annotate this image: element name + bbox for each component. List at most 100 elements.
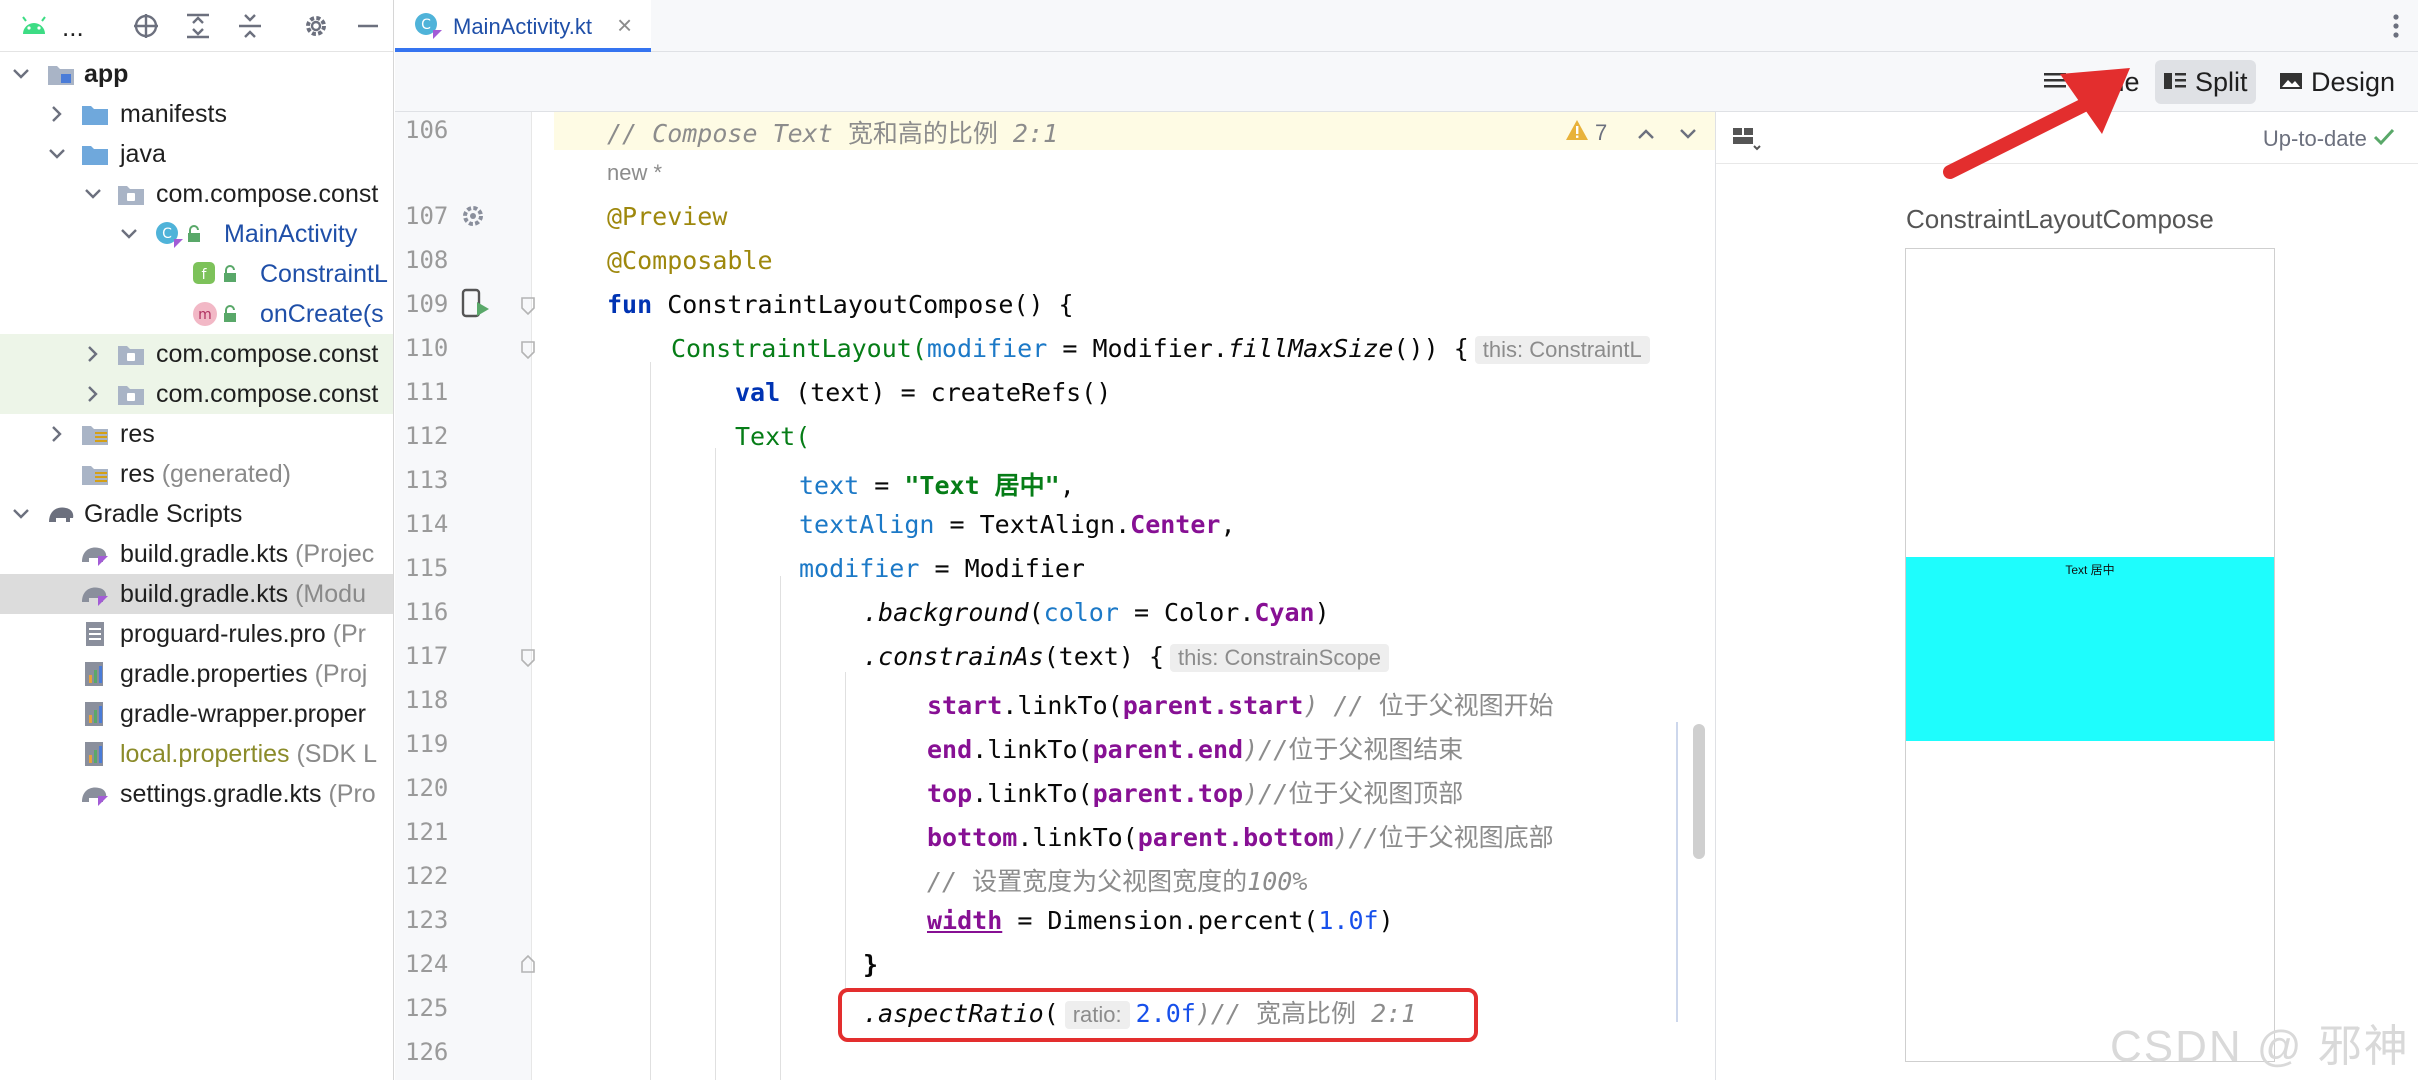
fold-marker-icon[interactable] [520, 954, 536, 979]
comment: )// [1243, 779, 1289, 808]
tree-item-gradle-properties[interactable]: gradle.properties (Proj [0, 654, 393, 694]
comment: // [927, 867, 973, 896]
ext-call: .background [863, 598, 1029, 627]
vertical-scrollbar[interactable] [1693, 724, 1705, 859]
preview-layout-icon[interactable] [1732, 126, 1762, 157]
tree-item-app[interactable]: app [0, 54, 393, 94]
minimize-icon[interactable] [352, 10, 384, 42]
gear-icon[interactable] [300, 10, 332, 42]
line-number: 117 [405, 642, 449, 670]
tree-item-res-generated[interactable]: res (generated) [0, 454, 393, 494]
sidebar-toolbar: ... [0, 0, 393, 52]
code: .linkTo( [1002, 691, 1123, 720]
locate-icon[interactable] [130, 10, 162, 42]
tree-item-build-gradle-module[interactable]: build.gradle.kts (Modu [0, 574, 393, 614]
fold-marker-icon[interactable] [520, 648, 536, 673]
comment-cn: 位于父视图顶部 [1288, 780, 1464, 808]
chevron-down-icon[interactable] [10, 63, 32, 85]
chevron-down-icon[interactable] [82, 183, 104, 205]
method-icon: m [190, 299, 220, 329]
chevron-down-icon[interactable] [10, 503, 32, 525]
tree-item-label: MainActivity [224, 219, 358, 248]
tree-item-local-properties[interactable]: local.properties (SDK L [0, 734, 393, 774]
compose-preview-pane: Up-to-date ConstraintLayoutCompose Text … [1715, 112, 2418, 1080]
tree-item-settings-gradle[interactable]: settings.gradle.kts (Pro [0, 774, 393, 814]
project-view-selector[interactable]: ... [62, 12, 84, 43]
property: start [927, 691, 1003, 720]
warning-count: 7 [1595, 120, 1608, 145]
chevron-right-icon[interactable] [46, 103, 68, 125]
tree-item-java[interactable]: java [0, 134, 393, 174]
tree-item-label: res [120, 419, 155, 448]
code: .linkTo( [972, 735, 1093, 764]
code: ) [1378, 906, 1394, 935]
tree-item-gradle-scripts[interactable]: Gradle Scripts [0, 494, 393, 534]
expand-all-icon[interactable] [182, 10, 214, 42]
code: } [863, 950, 879, 979]
tree-item-function[interactable]: f ConstraintL [0, 254, 393, 294]
chevron-right-icon[interactable] [82, 383, 104, 405]
module-folder-icon [46, 59, 76, 89]
tree-item-method[interactable]: m onCreate(s [0, 294, 393, 334]
code: = Color. [1118, 598, 1255, 627]
lock-open-icon [220, 299, 240, 329]
property: width [927, 906, 1003, 935]
tree-item-proguard[interactable]: proguard-rules.pro (Pr [0, 614, 393, 654]
fold-marker-icon[interactable] [520, 340, 536, 365]
split-mode-button[interactable]: Split [2155, 60, 2256, 104]
close-icon[interactable]: × [617, 10, 632, 41]
indent-guide [715, 448, 716, 1080]
chevron-right-icon[interactable] [46, 423, 68, 445]
chevron-down-icon[interactable] [46, 143, 68, 165]
code-line-113: text = "Text 居中", [799, 466, 1075, 502]
tree-item-gradle-wrapper[interactable]: gradle-wrapper.proper [0, 694, 393, 734]
fold-marker-icon[interactable] [520, 296, 536, 321]
tree-item-build-gradle-project[interactable]: build.gradle.kts (Projec [0, 534, 393, 574]
tree-item-label-main: gradle.properties [120, 659, 308, 688]
gear-icon[interactable] [459, 202, 487, 235]
code: .linkTo( [1017, 823, 1138, 852]
properties-file-icon [80, 699, 110, 729]
code: , [1059, 471, 1075, 500]
tab-mainactivity[interactable]: C MainActivity.kt × [395, 0, 651, 52]
tree-item-package-test[interactable]: com.compose.const [0, 334, 393, 374]
code: = TextAlign. [934, 510, 1131, 539]
tree-item-manifests[interactable]: manifests [0, 94, 393, 134]
tree-item-label-main: build.gradle.kts [120, 539, 289, 568]
design-mode-button[interactable]: Design [2271, 60, 2403, 104]
more-vertical-icon[interactable] [2388, 10, 2404, 42]
chevron-down-icon[interactable] [118, 223, 140, 245]
chevron-right-icon[interactable] [82, 343, 104, 365]
line-number: 125 [405, 994, 449, 1022]
tree-item-package[interactable]: com.compose.const [0, 174, 393, 214]
tree-item-label-main: proguard-rules.pro [120, 619, 326, 648]
tree-item-mainactivity[interactable]: C MainActivity [0, 214, 393, 254]
comment: 2:1 [997, 119, 1059, 148]
inspection-widget[interactable]: 7 [1565, 118, 1697, 148]
inlay-hint: this: ConstrainScope [1170, 644, 1390, 672]
composable-call: Text( [735, 422, 811, 451]
image-icon [2279, 67, 2303, 98]
preview-title: ConstraintLayoutCompose [1906, 204, 2214, 234]
code-line-122: // 设置宽度为父视图宽度的100% [927, 862, 1307, 898]
tree-item-label-main: build.gradle.kts [120, 579, 289, 608]
code: = Dimension.percent( [1002, 906, 1319, 935]
code-editor[interactable]: 106 107 108 109 110 111 112 113 114 115 … [395, 112, 1715, 1080]
tree-item-label: local.properties (SDK L [120, 740, 377, 769]
line-number: 124 [405, 950, 449, 978]
property: parent.bottom [1137, 823, 1334, 852]
android-icon[interactable] [18, 10, 50, 42]
chevron-down-icon[interactable] [1679, 120, 1697, 146]
keyword: fun [607, 290, 653, 319]
preview-device-frame[interactable]: Text 居中 [1905, 248, 2275, 1062]
tree-item-label: java [120, 139, 166, 168]
chevron-up-icon[interactable] [1637, 120, 1655, 146]
tree-item-res[interactable]: res [0, 414, 393, 454]
tree-item-label-sub: (Modu [295, 579, 366, 608]
collapse-all-icon[interactable] [234, 10, 266, 42]
preview-text-element: Text 居中 [1906, 557, 2274, 741]
package-icon [116, 179, 146, 209]
tree-item-package-androidtest[interactable]: com.compose.const [0, 374, 393, 414]
tree-item-label: gradle-wrapper.proper [120, 699, 366, 728]
run-preview-icon[interactable] [461, 288, 491, 325]
